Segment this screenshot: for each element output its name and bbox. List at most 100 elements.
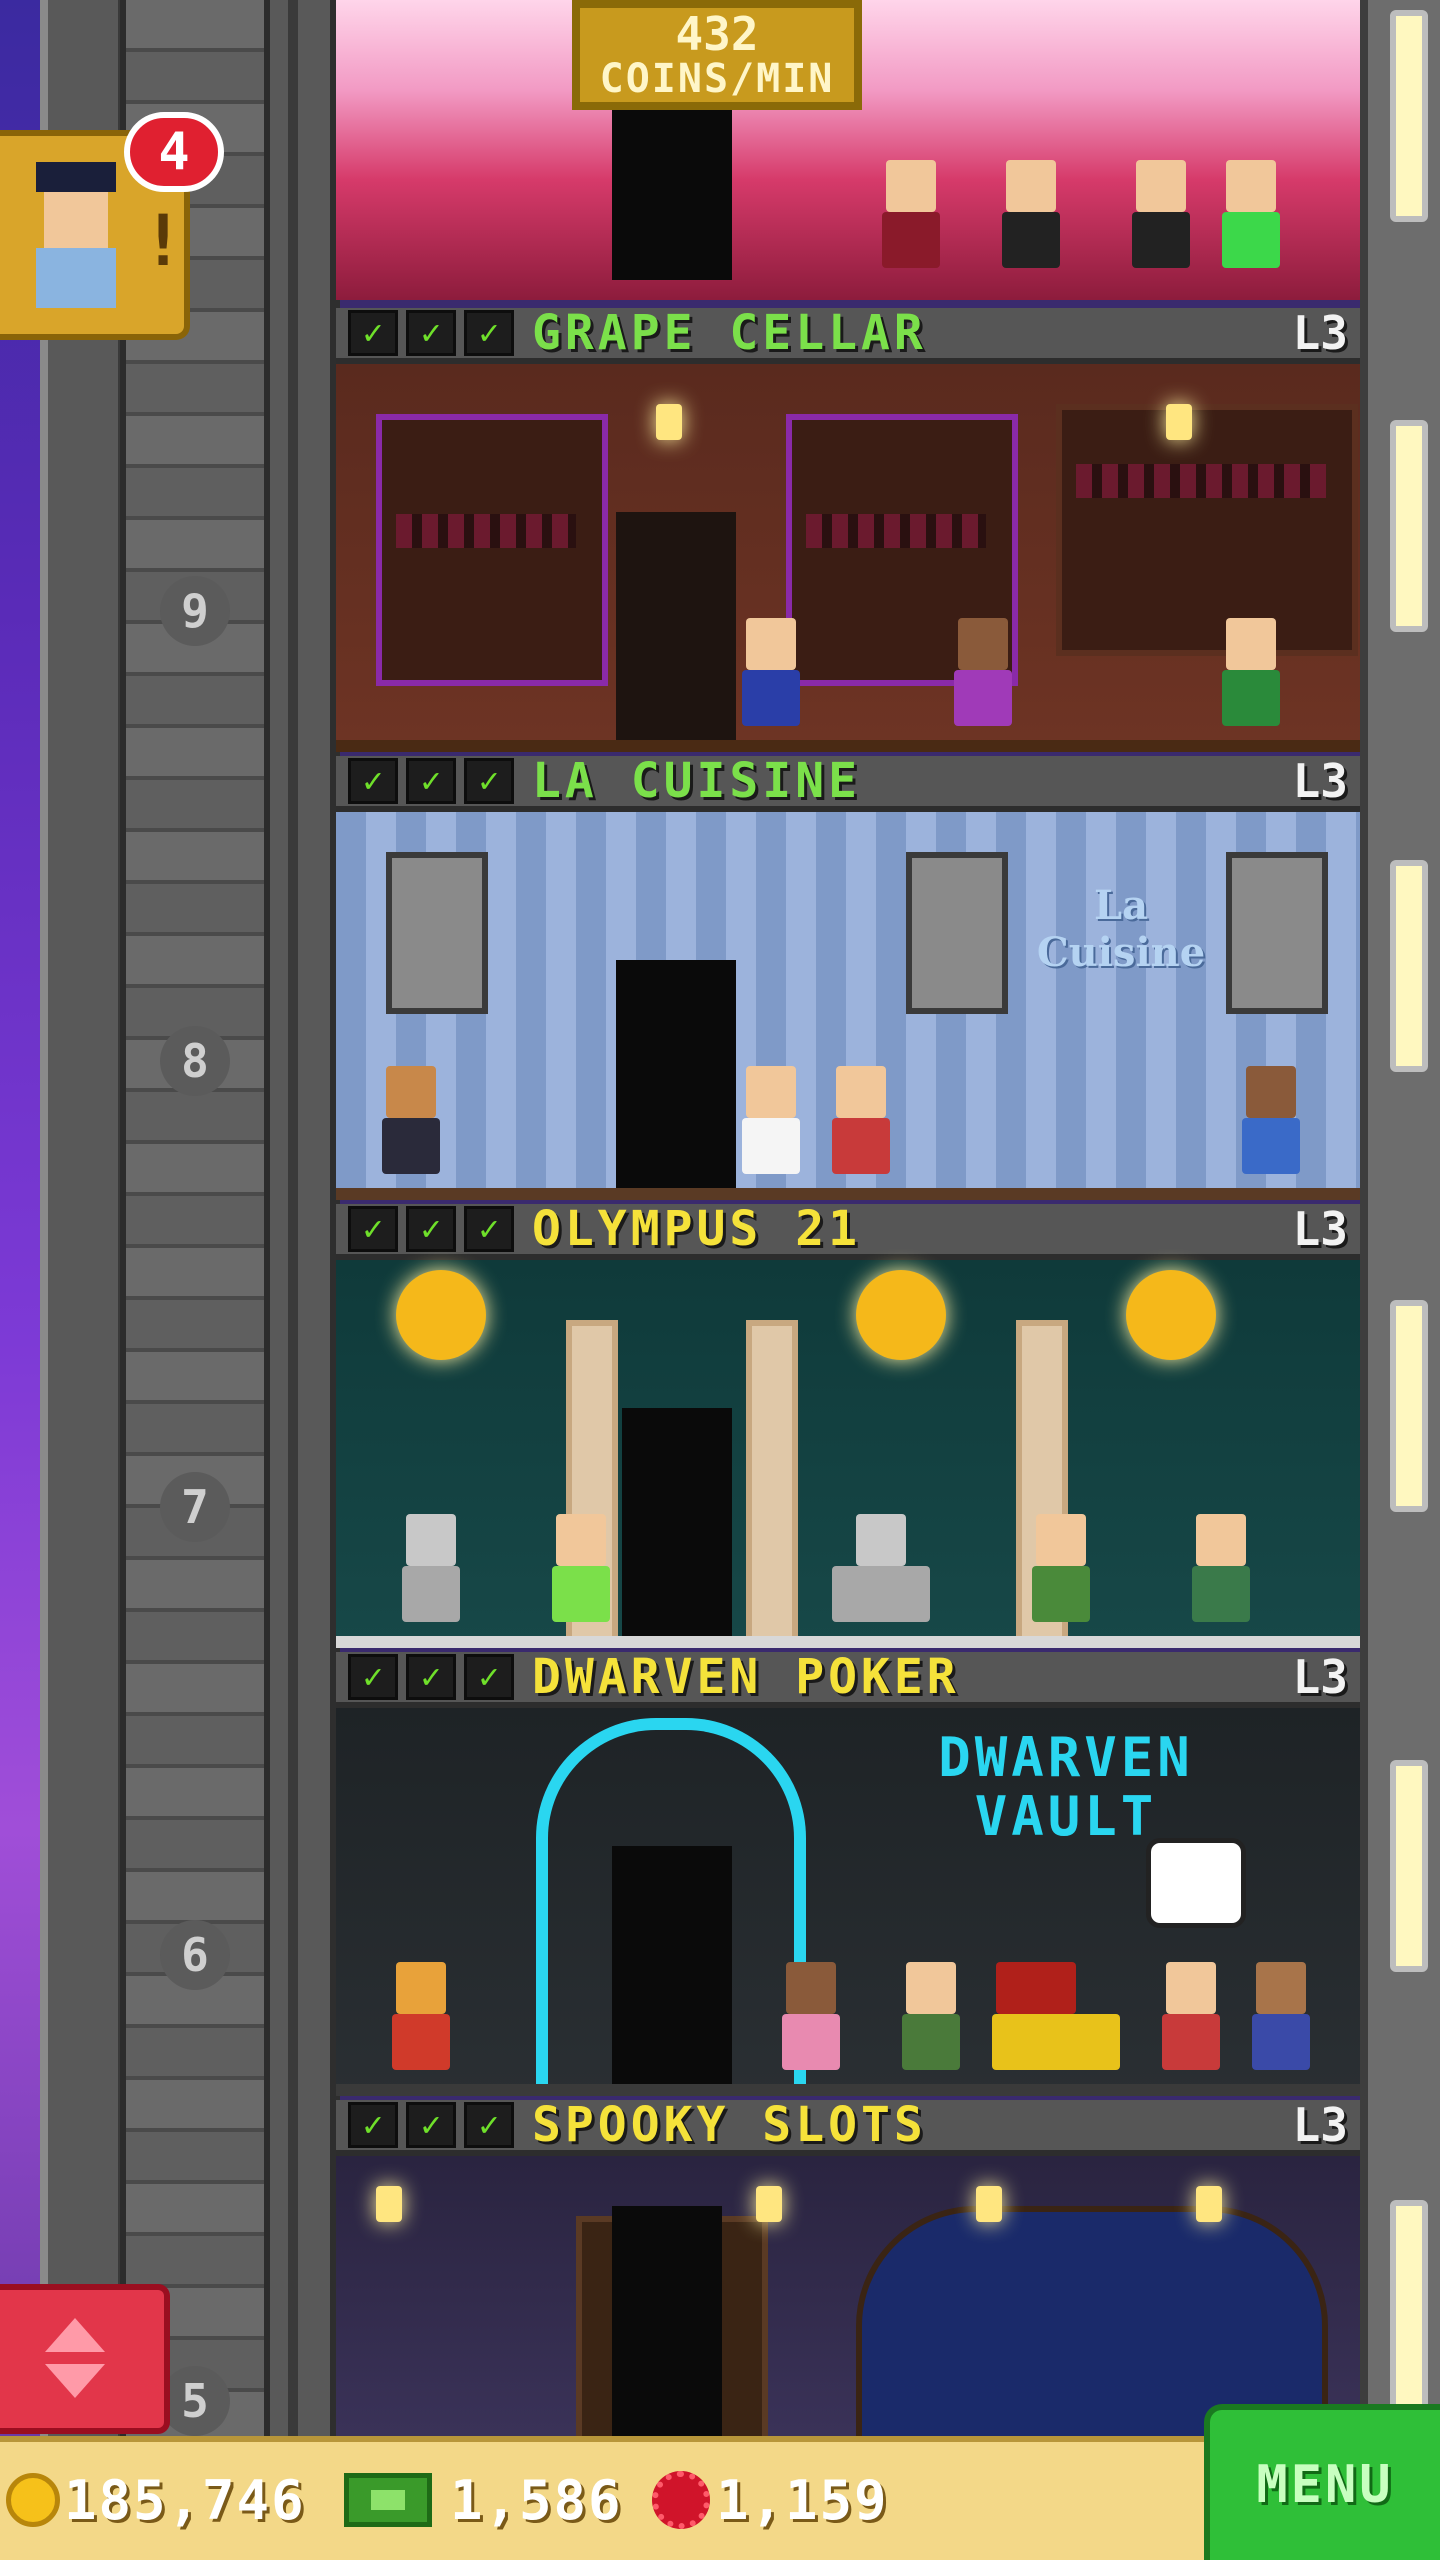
floor-level: L3 (1292, 2100, 1348, 2152)
floor-door (612, 100, 732, 280)
floor-name: OLYMPUS 21 (532, 1204, 861, 1257)
floor-la-cuisine[interactable]: ✓ ✓ ✓ LA CUISINE L3 La Cuisine (336, 756, 1360, 1200)
floor-base (336, 2084, 1360, 2096)
check-icon: ✓ (406, 1654, 456, 1700)
floor-name: GRAPE CELLAR (532, 308, 927, 361)
tower-right-wall (1360, 0, 1440, 2440)
resident[interactable] (826, 1066, 896, 1186)
resident[interactable] (736, 618, 806, 738)
floor-scene (336, 1260, 1360, 1648)
floor-door (612, 1846, 732, 2086)
wine-bottles (396, 514, 576, 548)
resident[interactable] (1236, 1066, 1306, 1186)
wine-shelf (376, 414, 608, 686)
gem-icon (652, 2471, 710, 2529)
resident[interactable] (1126, 160, 1196, 280)
elevator-updown-button[interactable] (0, 2284, 170, 2434)
check-icon: ✓ (464, 1206, 514, 1252)
vault-sign: DWARVEN VAULT (938, 1726, 1194, 1849)
floor-header: ✓ ✓ ✓ LA CUISINE L3 (336, 756, 1360, 812)
floor-header: ✓ ✓ ✓ OLYMPUS 21 L3 (336, 1204, 1360, 1260)
check-icon: ✓ (348, 1206, 398, 1252)
check-icon: ✓ (348, 310, 398, 356)
speech-bubble[interactable] (1146, 1838, 1246, 1928)
candle (756, 2186, 782, 2222)
candle (1196, 2186, 1222, 2222)
floor-scene: DWARVEN VAULT (336, 1708, 1360, 2096)
gems-stat: 1,159 (652, 2468, 889, 2532)
menu-button[interactable]: MENU (1204, 2404, 1440, 2560)
resident[interactable] (776, 1962, 846, 2082)
floor-scene (336, 2156, 1360, 2440)
window-light (1390, 10, 1428, 222)
floor-number-7: 7 (160, 1472, 230, 1542)
resident[interactable] (386, 1962, 456, 2082)
resident[interactable] (996, 160, 1066, 280)
statue (396, 1514, 466, 1634)
floor-spooky-slots[interactable]: ✓ ✓ ✓ SPOOKY SLOTS L3 (336, 2100, 1360, 2440)
coins-per-minute-value: 432 (675, 7, 759, 61)
check-icon: ✓ (464, 758, 514, 804)
floor-dwarven-poker[interactable]: ✓ ✓ ✓ DWARVEN POKER L3 DWARVEN VAULT (336, 1652, 1360, 2096)
picture-frame (386, 852, 488, 1014)
dragon-statue (986, 1962, 1126, 2082)
resident[interactable] (1246, 1962, 1316, 2082)
candle (976, 2186, 1002, 2222)
bux-icon (344, 2473, 432, 2527)
floor-base (336, 740, 1360, 752)
floor-number-5: 5 (160, 2366, 230, 2436)
window-light (1390, 420, 1428, 632)
bux-stat: 1,586 (344, 2468, 623, 2532)
check-icon: ✓ (464, 310, 514, 356)
floor-door (612, 2206, 722, 2436)
window-light (1390, 1300, 1428, 1512)
check-icon: ✓ (406, 2102, 456, 2148)
resident[interactable] (896, 1962, 966, 2082)
floor-scene: La Cuisine (336, 812, 1360, 1200)
poker-chip-emblem (396, 1270, 486, 1360)
arrow-down-icon (45, 2364, 105, 2398)
picture-frame (906, 852, 1008, 1014)
floor-name: LA CUISINE (532, 756, 861, 809)
resident[interactable] (1216, 160, 1286, 280)
poker-chip-emblem (1126, 1270, 1216, 1360)
bellhop-avatar (30, 162, 120, 312)
poker-chip-emblem (856, 1270, 946, 1360)
floor-scene (336, 364, 1360, 752)
floor-door (616, 960, 736, 1190)
floor-header: ✓ ✓ ✓ GRAPE CELLAR L3 (336, 308, 1360, 364)
notification-badge: 4 (124, 112, 224, 192)
hanging-lantern (1166, 404, 1192, 440)
floor-header: ✓ ✓ ✓ SPOOKY SLOTS L3 (336, 2100, 1360, 2156)
resident[interactable] (1156, 1962, 1226, 2082)
floor-level: L3 (1292, 756, 1348, 808)
resident[interactable] (376, 1066, 446, 1186)
floor-door (622, 1408, 732, 1638)
wine-bottles (806, 514, 986, 548)
window-light (1390, 1760, 1428, 1972)
check-icon: ✓ (348, 758, 398, 804)
elevator-track (120, 0, 270, 2440)
window-light (1390, 2200, 1428, 2412)
resident[interactable] (736, 1066, 806, 1186)
check-icon: ✓ (464, 2102, 514, 2148)
check-icon: ✓ (406, 310, 456, 356)
resident[interactable] (1026, 1514, 1096, 1634)
floor-name: DWARVEN POKER (532, 1652, 960, 1705)
bux-value: 1,586 (450, 2468, 623, 2532)
resident[interactable] (1216, 618, 1286, 738)
resident[interactable] (948, 618, 1018, 738)
resident[interactable] (546, 1514, 616, 1634)
check-icon: ✓ (464, 1654, 514, 1700)
floor-number-9: 9 (160, 576, 230, 646)
resident[interactable] (1186, 1514, 1256, 1634)
floor-olympus-21[interactable]: ✓ ✓ ✓ OLYMPUS 21 L3 (336, 1204, 1360, 1648)
coins-per-minute-display: 432 COINS/MIN (572, 0, 862, 110)
hanging-lantern (656, 404, 682, 440)
floor-grape-cellar[interactable]: ✓ ✓ ✓ GRAPE CELLAR L3 (336, 308, 1360, 752)
coin-icon (6, 2473, 60, 2527)
floor-number-8: 8 (160, 1026, 230, 1096)
resident[interactable] (876, 160, 946, 280)
coins-value: 185,746 (64, 2468, 306, 2532)
coins-stat: 185,746 (6, 2468, 306, 2532)
